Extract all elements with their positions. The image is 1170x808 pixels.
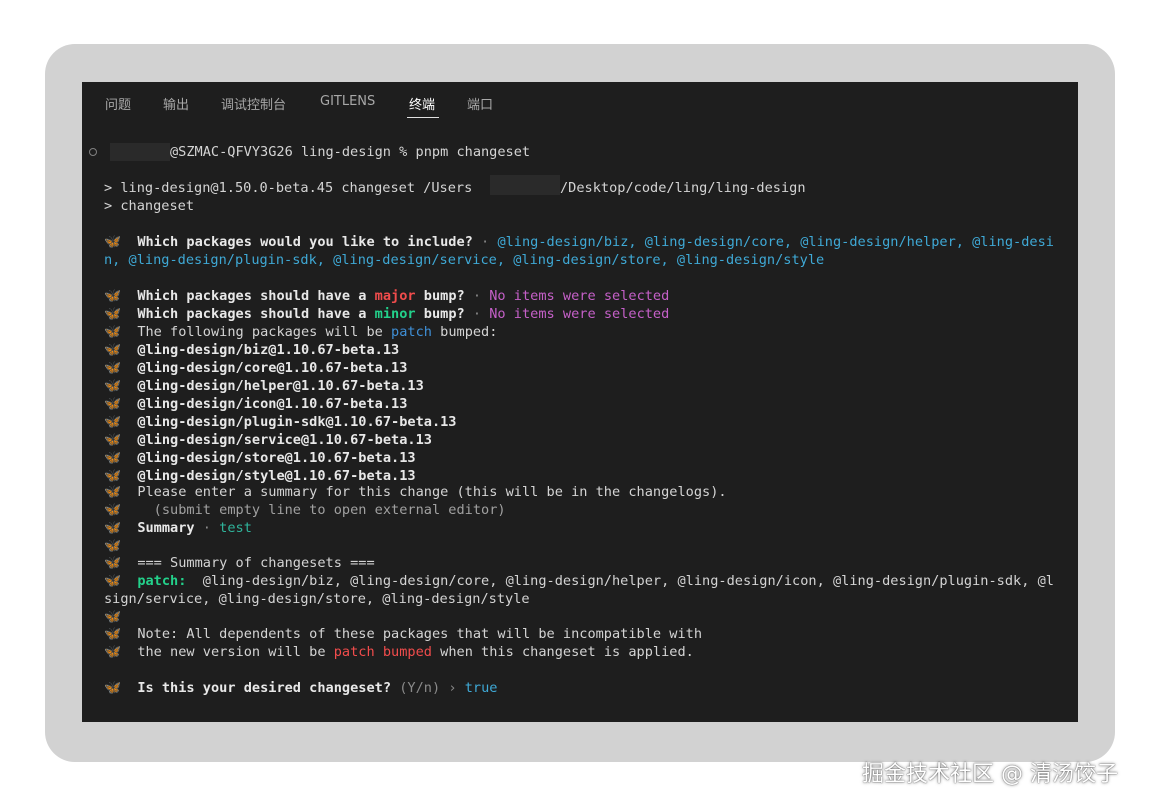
package-line: 🦋 @ling-design/plugin-sdk@1.10.67-beta.1… xyxy=(104,413,457,431)
minor-line: 🦋 Which packages should have a minor bum… xyxy=(104,305,669,323)
confirm-value[interactable]: true xyxy=(465,680,498,696)
butterfly-icon: 🦋 xyxy=(104,360,121,376)
confirm-options: (Y/n) xyxy=(391,680,441,696)
butterfly-icon: 🦋 xyxy=(104,378,121,394)
terminal-output[interactable]: @SZMAC-QFVY3G26 ling-design % pnpm chang… xyxy=(82,82,1078,722)
major-no-items: No items were selected xyxy=(489,288,670,304)
major-bump: bump? xyxy=(415,288,465,304)
butterfly-icon: 🦋 xyxy=(104,450,121,466)
patch-list-wrap: sign/service, @ling-design/store, @ling-… xyxy=(104,590,530,608)
package-item: @ling-design/core@1.10.67-beta.13 xyxy=(137,360,408,376)
package-line: 🦋 @ling-design/icon@1.10.67-beta.13 xyxy=(104,395,407,413)
cmd-line-2: > changeset xyxy=(104,198,195,214)
summary-header: === Summary of changesets === xyxy=(137,555,375,571)
butterfly-icon: 🦋 xyxy=(104,468,121,484)
butterfly-icon: 🦋 xyxy=(104,626,121,642)
butterfly-icon: 🦋 xyxy=(104,234,121,250)
confirm-question: Is this your desired changeset? xyxy=(137,680,392,696)
butterfly-icon: 🦋 xyxy=(104,520,121,536)
butterfly-icon: 🦋 xyxy=(104,342,121,358)
include-list-1: @ling-design/biz, @ling-design/core, @li… xyxy=(497,234,1054,250)
package-item: @ling-design/biz@1.10.67-beta.13 xyxy=(137,342,400,358)
package-line: 🦋 @ling-design/service@1.10.67-beta.13 xyxy=(104,431,432,449)
following-b: bumped: xyxy=(431,324,498,340)
major-question-a: Which packages should have a xyxy=(137,288,375,304)
cmd-line-1-a: > ling-design@1.50.0-beta.45 changeset /… xyxy=(104,180,473,196)
redacted-user-path xyxy=(490,175,560,195)
watermark: 掘金技术社区 @ 清汤饺子 xyxy=(862,762,1118,787)
note-2b: when this changeset is applied. xyxy=(431,644,694,660)
package-item: @ling-design/plugin-sdk@1.10.67-beta.13 xyxy=(137,414,457,430)
prompt-status-icon xyxy=(89,148,97,156)
following-line: 🦋 The following packages will be patch b… xyxy=(104,323,497,341)
minor-bump: bump? xyxy=(415,306,465,322)
butterfly-icon: 🦋 xyxy=(104,484,121,500)
following-a: The following packages will be xyxy=(137,324,392,340)
package-item: @ling-design/service@1.10.67-beta.13 xyxy=(137,432,432,448)
blank-butterfly-line: 🦋 xyxy=(104,608,121,626)
include-list-2: n, @ling-design/plugin-sdk, @ling-design… xyxy=(104,252,825,268)
butterfly-icon: 🦋 xyxy=(104,396,121,412)
minor-word: minor xyxy=(374,306,416,322)
separator: · xyxy=(464,288,490,304)
include-list-wrap: n, @ling-design/plugin-sdk, @ling-design… xyxy=(104,251,824,269)
cmd-line-1: > ling-design@1.50.0-beta.45 changeset /… xyxy=(104,179,472,197)
summary-prompt-line: 🦋 Please enter a summary for this change… xyxy=(104,483,727,501)
butterfly-icon: 🦋 xyxy=(104,538,121,554)
note-2a: the new version will be xyxy=(137,644,334,660)
patch-line: 🦋 patch: @ling-design/biz, @ling-design/… xyxy=(104,572,1054,590)
summary-header-line: 🦋 === Summary of changesets === xyxy=(104,554,375,572)
butterfly-icon: 🦋 xyxy=(104,288,121,304)
cmd-line-1-b: /Desktop/code/ling/ling-design xyxy=(560,180,806,196)
butterfly-icon: 🦋 xyxy=(104,324,121,340)
package-item: @ling-design/store@1.10.67-beta.13 xyxy=(137,450,416,466)
major-word: major xyxy=(374,288,416,304)
butterfly-icon: 🦋 xyxy=(104,502,121,518)
butterfly-icon: 🦋 xyxy=(104,573,121,589)
package-line: 🦋 @ling-design/biz@1.10.67-beta.13 xyxy=(104,341,399,359)
include-line: 🦋 Which packages would you like to inclu… xyxy=(104,233,1054,251)
package-line: 🦋 @ling-design/core@1.10.67-beta.13 xyxy=(104,359,407,377)
separator: · xyxy=(472,234,498,250)
butterfly-icon: 🦋 xyxy=(104,414,121,430)
patch-label: patch: xyxy=(137,573,187,589)
package-item: @ling-design/helper@1.10.67-beta.13 xyxy=(137,378,424,394)
summary-prompt: Please enter a summary for this change (… xyxy=(137,484,727,500)
confirm-arrow: › xyxy=(440,680,465,696)
following-patch: patch xyxy=(391,324,432,340)
note-line-2: 🦋 the new version will be patch bumped w… xyxy=(104,643,694,661)
minor-no-items: No items were selected xyxy=(489,306,670,322)
butterfly-icon: 🦋 xyxy=(104,644,121,660)
package-item: @ling-design/icon@1.10.67-beta.13 xyxy=(137,396,408,412)
redacted-username xyxy=(110,143,170,161)
package-line: 🦋 @ling-design/store@1.10.67-beta.13 xyxy=(104,449,416,467)
include-question: Which packages would you like to include… xyxy=(137,234,473,250)
patch-list-1: @ling-design/biz, @ling-design/core, @li… xyxy=(186,573,1054,589)
note-2-red: patch bumped xyxy=(333,644,432,660)
confirm-line: 🦋 Is this your desired changeset? (Y/n) … xyxy=(104,679,497,697)
patch-list-2: sign/service, @ling-design/store, @ling-… xyxy=(104,591,530,607)
butterfly-icon: 🦋 xyxy=(104,680,121,696)
butterfly-icon: 🦋 xyxy=(104,609,121,625)
summary-value: test xyxy=(219,520,252,536)
minor-question-a: Which packages should have a xyxy=(137,306,375,322)
blank-butterfly-line: 🦋 xyxy=(104,537,121,555)
package-item: @ling-design/style@1.10.67-beta.13 xyxy=(137,468,416,484)
separator: · xyxy=(464,306,490,322)
butterfly-icon: 🦋 xyxy=(104,432,121,448)
summary-line: 🦋 Summary · test xyxy=(104,519,252,537)
separator: · xyxy=(194,520,220,536)
prompt-line: @SZMAC-QFVY3G26 ling-design % pnpm chang… xyxy=(170,144,531,160)
terminal-panel: 问题 输出 调试控制台 GITLENS 终端 端口 @SZMAC-QFVY3G2… xyxy=(82,82,1078,722)
package-line: 🦋 @ling-design/helper@1.10.67-beta.13 xyxy=(104,377,424,395)
note-1: Note: All dependents of these packages t… xyxy=(137,626,703,642)
summary-hint: (submit empty line to open external edit… xyxy=(137,502,506,518)
summary-hint-line: 🦋 (submit empty line to open external ed… xyxy=(104,501,506,519)
butterfly-icon: 🦋 xyxy=(104,306,121,322)
note-line-1: 🦋 Note: All dependents of these packages… xyxy=(104,625,702,643)
butterfly-icon: 🦋 xyxy=(104,555,121,571)
major-line: 🦋 Which packages should have a major bum… xyxy=(104,287,669,305)
summary-label: Summary xyxy=(137,520,195,536)
